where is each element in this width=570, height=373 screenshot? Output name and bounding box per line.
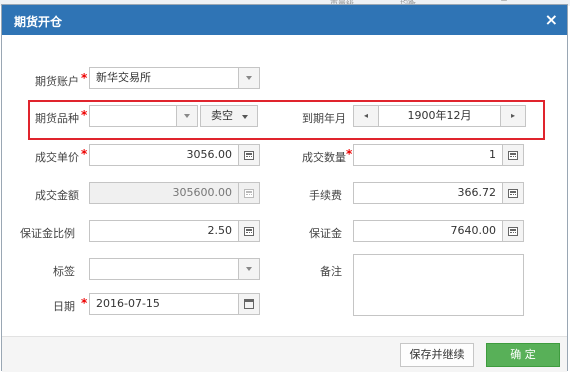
calculator-icon — [508, 150, 518, 160]
tag-dropdown-button[interactable] — [238, 258, 260, 280]
quantity-field[interactable]: 1 — [353, 144, 503, 166]
calculator-icon — [244, 150, 254, 160]
memo-textarea[interactable] — [353, 254, 524, 316]
calculator-icon — [508, 226, 518, 236]
date-field[interactable]: 2016-07-15 — [89, 293, 239, 315]
required-mark: * — [346, 147, 353, 161]
direction-value: 卖空 — [211, 109, 233, 122]
unit-price-calculator-button[interactable] — [238, 144, 260, 166]
close-icon[interactable]: × — [545, 10, 558, 29]
prev-month-button[interactable]: ◂ — [353, 105, 379, 127]
margin-label: 保证金 — [309, 227, 342, 240]
fee-field[interactable]: 366.72 — [353, 182, 503, 204]
direction-select[interactable]: 卖空 — [200, 105, 258, 127]
quantity-label: 成交数量 — [302, 151, 346, 164]
margin-calculator-button[interactable] — [502, 220, 524, 242]
chevron-down-icon — [184, 114, 190, 118]
dialog-footer: 保存并继续 确 定 — [2, 336, 567, 372]
amount-field: 305600.00 — [89, 182, 239, 204]
variety-dropdown-button[interactable] — [176, 105, 198, 127]
amount-label: 成交金额 — [35, 189, 79, 202]
unit-price-label: 成交单价 — [35, 151, 79, 164]
chevron-down-icon — [246, 267, 252, 271]
expiry-field[interactable]: 1900年12月 — [378, 105, 501, 127]
required-mark: * — [81, 71, 88, 85]
variety-label: 期货品种 — [35, 112, 79, 125]
calculator-icon — [244, 188, 254, 198]
unit-price-field[interactable]: 3056.00 — [89, 144, 239, 166]
dialog-titlebar: 期货开仓 × — [2, 5, 567, 35]
variety-field[interactable] — [89, 105, 177, 127]
dialog-title: 期货开仓 — [14, 15, 63, 29]
margin-ratio-field[interactable]: 2.50 — [89, 220, 239, 242]
amount-calculator-button — [238, 182, 260, 204]
tag-label: 标签 — [53, 265, 75, 278]
calculator-icon — [508, 188, 518, 198]
fee-calculator-button[interactable] — [502, 182, 524, 204]
calculator-icon — [244, 226, 254, 236]
calendar-icon — [244, 299, 254, 309]
margin-ratio-label: 保证金比例 — [20, 227, 75, 240]
chevron-down-icon — [242, 115, 248, 119]
quantity-calculator-button[interactable] — [502, 144, 524, 166]
margin-field[interactable]: 7640.00 — [353, 220, 503, 242]
expiry-label: 到期年月 — [302, 112, 346, 125]
account-dropdown-button[interactable] — [238, 67, 260, 89]
account-field[interactable]: 新华交易所 — [89, 67, 239, 89]
memo-label: 备注 — [320, 265, 342, 278]
account-label: 期货账户 — [35, 75, 79, 88]
tag-field[interactable] — [89, 258, 239, 280]
futures-open-dialog: 期货开仓 × 期货账户 * 新华交易所 期货品种 * 卖空 到期年月 ◂ 190… — [1, 4, 568, 372]
required-mark: * — [81, 108, 88, 122]
margin-ratio-calculator-button[interactable] — [238, 220, 260, 242]
next-month-button[interactable]: ▸ — [500, 105, 526, 127]
confirm-button[interactable]: 确 定 — [486, 343, 560, 367]
required-mark: * — [81, 147, 88, 161]
required-mark: * — [81, 296, 88, 310]
save-and-continue-button[interactable]: 保存并继续 — [400, 343, 474, 367]
chevron-down-icon — [246, 76, 252, 80]
date-label: 日期 — [53, 300, 75, 313]
fee-label: 手续费 — [309, 189, 342, 202]
date-picker-button[interactable] — [238, 293, 260, 315]
